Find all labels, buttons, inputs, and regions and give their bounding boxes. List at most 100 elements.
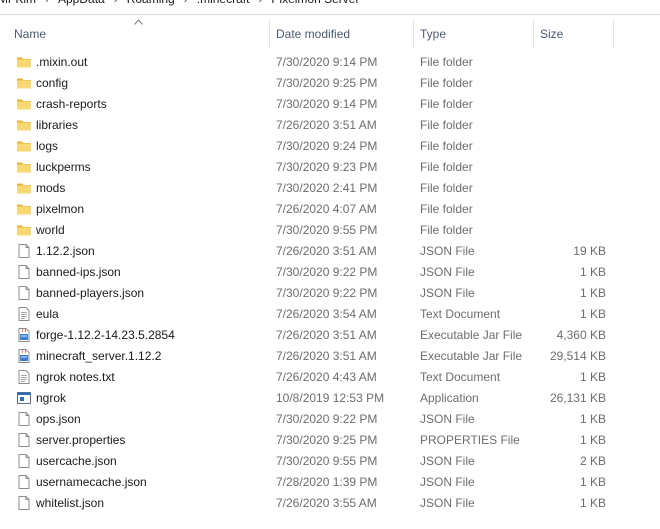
file-row[interactable]: eula 7/26/2020 3:54 AM Text Document 1 KB	[0, 304, 660, 325]
file-name: .mixin.out	[36, 55, 88, 69]
file-date-modified: 7/28/2020 1:39 PM	[276, 475, 378, 489]
column-header-size[interactable]: Size	[540, 15, 563, 53]
file-type: JSON File	[420, 265, 475, 279]
file-icon	[16, 453, 32, 469]
file-icon	[16, 495, 32, 511]
breadcrumb-segment[interactable]: .minecraft	[197, 0, 250, 6]
chevron-right-icon[interactable]: ›	[45, 0, 49, 6]
chevron-right-icon[interactable]: ›	[258, 0, 262, 6]
breadcrumb-segment[interactable]: Roaming	[127, 0, 175, 6]
folder-icon	[16, 138, 32, 154]
file-date-modified: 7/26/2020 3:51 AM	[276, 118, 377, 132]
file-row[interactable]: forge-1.12.2-14.23.5.2854 7/26/2020 3:51 …	[0, 325, 660, 346]
file-name: ngrok	[36, 391, 67, 405]
file-row[interactable]: luckperms 7/30/2020 9:23 PM File folder	[0, 157, 660, 178]
file-date-modified: 7/26/2020 3:54 AM	[276, 307, 377, 321]
folder-icon	[16, 201, 32, 217]
file-type: File folder	[420, 76, 473, 90]
file-row[interactable]: ngrok 10/8/2019 12:53 PM Application 26,131…	[0, 388, 660, 409]
file-icon	[16, 243, 32, 259]
file-date-modified: 7/30/2020 9:22 PM	[276, 412, 378, 426]
file-name: crash-reports	[36, 97, 107, 111]
column-divider[interactable]	[413, 19, 414, 49]
column-divider[interactable]	[533, 19, 534, 49]
file-icon	[16, 411, 32, 427]
file-type: File folder	[420, 202, 473, 216]
breadcrumb-path[interactable]: Mr Kim › AppData › Roaming › .minecraft › Pixelm…	[0, 0, 359, 6]
file-name: ops.json	[36, 412, 81, 426]
chevron-right-icon[interactable]: ›	[114, 0, 118, 6]
file-date-modified: 7/30/2020 9:25 PM	[276, 76, 378, 90]
column-header-date[interactable]: Date modified	[276, 15, 350, 53]
file-size: 26,131 KB	[549, 391, 606, 405]
file-date-modified: 7/26/2020 4:07 AM	[276, 202, 377, 216]
file-row[interactable]: ops.json 7/30/2020 9:22 PM JSON File 1 KB	[0, 409, 660, 430]
folder-icon	[16, 180, 32, 196]
file-name: mods	[36, 181, 66, 195]
file-row[interactable]: mods 7/30/2020 2:41 PM File folder	[0, 178, 660, 199]
file-row[interactable]: 1.12.2.json 7/26/2020 3:51 AM JSON File 19 …	[0, 241, 660, 262]
file-size: 1 KB	[579, 370, 606, 384]
file-row[interactable]: logs 7/30/2020 9:24 PM File folder	[0, 136, 660, 157]
file-size: 2 KB	[579, 454, 606, 468]
folder-icon	[16, 54, 32, 70]
file-name: server.properties	[36, 433, 126, 447]
file-size: 1 KB	[579, 475, 606, 489]
file-name: banned-ips.json	[36, 265, 121, 279]
file-size: 1 KB	[579, 433, 606, 447]
file-type: PROPERTIES File	[420, 433, 520, 447]
file-row[interactable]: banned-ips.json 7/30/2020 9:22 PM JSON Fil…	[0, 262, 660, 283]
column-header: Name Date modified Type Size	[0, 15, 660, 53]
file-icon	[16, 474, 32, 490]
file-date-modified: 7/30/2020 9:23 PM	[276, 160, 378, 174]
file-type: JSON File	[420, 496, 475, 510]
file-row[interactable]: libraries 7/26/2020 3:51 AM File folder	[0, 115, 660, 136]
file-name: libraries	[36, 118, 79, 132]
text-file-icon	[16, 369, 32, 385]
file-type: File folder	[420, 97, 473, 111]
file-name: luckperms	[36, 160, 91, 174]
file-row[interactable]: crash-reports 7/30/2020 9:14 PM File folde…	[0, 94, 660, 115]
file-name: eula	[36, 307, 59, 321]
file-row[interactable]: usernamecache.json 7/28/2020 1:39 PM JSON …	[0, 472, 660, 493]
file-name: ngrok notes.txt	[36, 370, 115, 384]
folder-icon	[16, 159, 32, 175]
file-row[interactable]: ngrok notes.txt 7/26/2020 4:43 AM Text Doc…	[0, 367, 660, 388]
breadcrumb[interactable]: Mr Kim › AppData › Roaming › .minecraft › Pixelm…	[0, 0, 660, 15]
chevron-right-icon[interactable]: ›	[184, 0, 188, 6]
file-type: JSON File	[420, 286, 475, 300]
file-name: forge-1.12.2-14.23.5.2854	[36, 328, 175, 342]
column-header-name[interactable]: Name	[14, 15, 46, 53]
file-row[interactable]: .mixin.out 7/30/2020 9:14 PM File folder	[0, 52, 660, 73]
breadcrumb-segment[interactable]: AppData	[58, 0, 105, 6]
file-row[interactable]: pixelmon 7/26/2020 4:07 AM File folder	[0, 199, 660, 220]
breadcrumb-segment[interactable]: Pixelmon Server	[271, 0, 359, 6]
column-divider[interactable]	[613, 19, 614, 49]
file-row[interactable]: banned-players.json 7/30/2020 9:22 PM JSON…	[0, 283, 660, 304]
file-type: File folder	[420, 55, 473, 69]
application-icon	[16, 390, 32, 406]
column-header-type[interactable]: Type	[420, 15, 446, 53]
file-date-modified: 7/30/2020 9:14 PM	[276, 97, 378, 111]
file-date-modified: 7/26/2020 3:51 AM	[276, 244, 377, 258]
file-date-modified: 7/26/2020 3:51 AM	[276, 328, 377, 342]
jar-file-icon	[16, 348, 32, 364]
file-date-modified: 7/30/2020 9:14 PM	[276, 55, 378, 69]
file-row[interactable]: config 7/30/2020 9:25 PM File folder	[0, 73, 660, 94]
file-row[interactable]: minecraft_server.1.12.2 7/26/2020 3:51 AM…	[0, 346, 660, 367]
breadcrumb-segment[interactable]: Mr Kim	[0, 0, 36, 6]
file-icon	[16, 285, 32, 301]
sort-ascending-icon[interactable]	[134, 19, 143, 25]
file-type: Executable Jar File	[420, 349, 523, 363]
file-row[interactable]: server.properties 7/30/2020 9:25 PM PROPER…	[0, 430, 660, 451]
file-row[interactable]: usercache.json 7/30/2020 9:55 PM JSON File…	[0, 451, 660, 472]
file-type: Executable Jar File	[420, 328, 523, 342]
file-row[interactable]: world 7/30/2020 9:55 PM File folder	[0, 220, 660, 241]
file-type: Text Document	[420, 370, 501, 384]
file-date-modified: 10/8/2019 12:53 PM	[276, 391, 385, 405]
text-file-icon	[16, 306, 32, 322]
file-row[interactable]: whitelist.json 7/26/2020 3:55 AM JSON File…	[0, 493, 660, 514]
column-divider[interactable]	[269, 19, 270, 49]
file-type: File folder	[420, 181, 473, 195]
file-date-modified: 7/26/2020 3:51 AM	[276, 349, 377, 363]
